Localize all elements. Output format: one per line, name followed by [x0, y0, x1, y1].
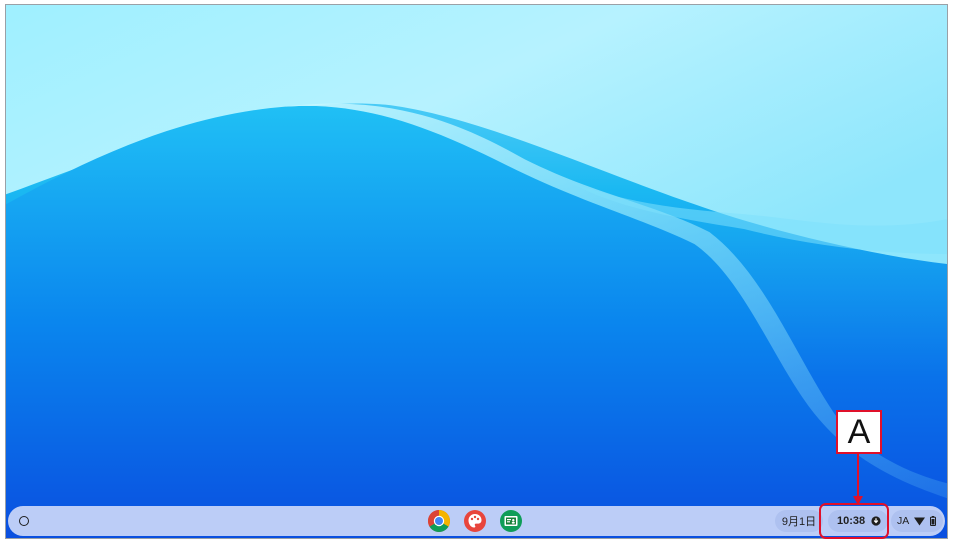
- annotation-arrow: [853, 454, 863, 505]
- annotation-letter: A: [847, 413, 871, 451]
- status-tray[interactable]: JA: [891, 510, 943, 532]
- annotation-highlight-box: [819, 503, 889, 539]
- date-label: 9月1日: [781, 516, 817, 528]
- battery-icon: [930, 516, 937, 526]
- pinned-apps: [427, 509, 523, 533]
- chrome-icon[interactable]: [427, 509, 451, 533]
- launcher-button[interactable]: [14, 511, 34, 531]
- classroom-icon[interactable]: [499, 509, 523, 533]
- wallpaper: [6, 5, 947, 538]
- palette-icon[interactable]: [463, 509, 487, 533]
- shelf: 9月1日 10:38 JA: [8, 506, 945, 536]
- date-tray[interactable]: 9月1日: [775, 510, 823, 532]
- ime-label: JA: [897, 515, 910, 527]
- launcher-circle-icon: [19, 516, 29, 526]
- annotation-label: A: [836, 410, 882, 454]
- wifi-icon: [914, 517, 926, 525]
- chromeos-desktop: 9月1日 10:38 JA: [5, 4, 948, 539]
